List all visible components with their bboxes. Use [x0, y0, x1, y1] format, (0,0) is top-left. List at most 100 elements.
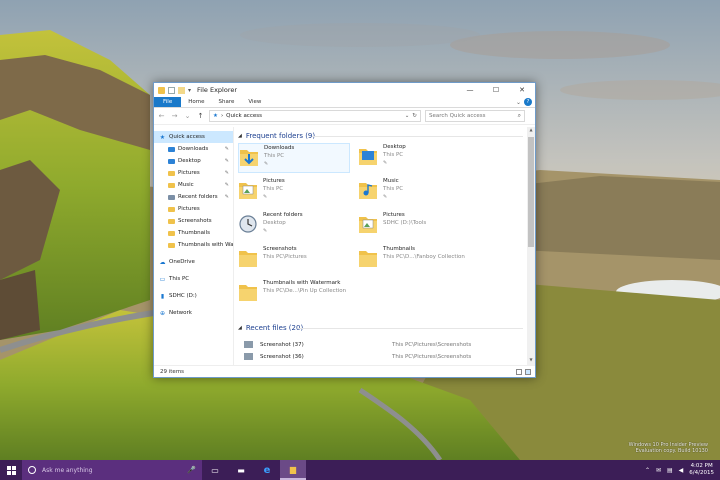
nav-item[interactable]: Thumbnails with Wat — [154, 239, 233, 251]
music-folder-icon — [358, 179, 378, 201]
large-icons-view-icon[interactable] — [525, 368, 531, 375]
window-title: File Explorer — [197, 86, 238, 94]
edge-browser-icon[interactable]: e — [254, 460, 280, 480]
network-tray-icon[interactable]: ▤ — [667, 467, 673, 474]
action-center-icon[interactable]: ✉ — [656, 467, 661, 474]
path-separator[interactable]: › — [221, 113, 223, 119]
microphone-icon[interactable]: 🎤 — [187, 466, 196, 474]
new-folder-icon[interactable] — [178, 86, 185, 94]
clock[interactable]: 4:02 PM 6/4/2015 — [689, 463, 714, 477]
scroll-up-icon[interactable]: ▲ — [527, 127, 535, 135]
folder-tile[interactable]: Music This PC ✎ — [358, 177, 470, 207]
collapse-icon[interactable]: ◢ — [238, 133, 242, 139]
folder-icon — [238, 281, 258, 303]
collapse-icon[interactable]: ◢ — [238, 325, 242, 331]
nav-item[interactable]: Downloads ✎ — [154, 143, 233, 155]
folder-tile[interactable]: Screenshots This PC\Pictures — [238, 245, 350, 275]
folder-tile[interactable]: Desktop This PC ✎ — [358, 143, 470, 173]
nav-item[interactable]: Thumbnails — [154, 227, 233, 239]
expand-ribbon-icon[interactable]: ⌄ — [516, 99, 521, 106]
maximize-button[interactable]: ☐ — [483, 83, 509, 97]
cortana-search-box[interactable]: Ask me anything 🎤 — [22, 460, 202, 480]
show-hidden-icons-icon[interactable]: ⌃ — [645, 467, 650, 474]
up-button[interactable]: ↑ — [196, 112, 205, 120]
address-bar[interactable]: ★ › Quick access ⌄ ↻ — [209, 110, 421, 122]
refresh-button[interactable]: ↻ — [412, 113, 417, 119]
scroll-down-icon[interactable]: ▼ — [527, 357, 535, 365]
recent-file-row[interactable]: Screenshot (36) This PC\Pictures\Screensh… — [244, 351, 525, 362]
forward-button[interactable]: → — [170, 112, 179, 120]
search-icon[interactable]: ⌕ — [518, 112, 521, 120]
properties-icon[interactable] — [168, 86, 175, 94]
search-input[interactable]: Search Quick access — [429, 113, 485, 119]
quick-access-star-icon: ★ — [213, 113, 218, 119]
nav-item-label: Screenshots — [178, 218, 212, 224]
nav-item[interactable]: ⊕ Network — [154, 307, 233, 319]
nav-item[interactable]: ★ Quick access — [154, 131, 233, 143]
ribbon-tab-view[interactable]: View — [241, 97, 268, 107]
explorer-icon — [158, 86, 165, 94]
folder-tile[interactable]: Recent folders Desktop ✎ — [238, 211, 350, 241]
title-bar[interactable]: ▾ File Explorer — ☐ ✕ — [154, 83, 535, 97]
recent-files-header[interactable]: ◢ Recent files (20) — [238, 323, 303, 333]
nav-item-label: Recent folders — [178, 194, 218, 200]
folder-tile[interactable]: Thumbnails This PC\D...\Fanboy Collection — [358, 245, 470, 275]
nav-item-label: Pictures — [178, 170, 200, 176]
nav-item[interactable]: Desktop ✎ — [154, 155, 233, 167]
back-button[interactable]: ← — [157, 112, 166, 120]
ribbon-tab-file[interactable]: File — [154, 97, 182, 107]
star-icon: ★ — [159, 133, 166, 141]
nav-item[interactable]: Screenshots — [154, 215, 233, 227]
qat-dropdown-icon[interactable]: ▾ — [188, 87, 191, 94]
recent-file-row[interactable]: Screenshot (37) This PC\Pictures\Screensh… — [244, 339, 525, 350]
vertical-scrollbar[interactable]: ▲ ▼ — [527, 127, 535, 365]
task-view-icon[interactable]: ▭ — [202, 460, 228, 480]
volume-icon[interactable]: ◀ — [679, 467, 684, 474]
watermark-line-2: Evaluation copy. Build 10130 — [635, 448, 708, 454]
folder-icon — [168, 242, 175, 248]
nav-item[interactable]: Pictures — [154, 203, 233, 215]
clock-date: 6/4/2015 — [689, 470, 714, 476]
minimize-button[interactable]: — — [457, 83, 483, 97]
ribbon: File Home Share View ⌄ ? — [154, 97, 535, 108]
folder-tile-text: Downloads This PC ✎ — [264, 144, 294, 168]
address-path[interactable]: Quick access — [226, 113, 262, 119]
start-button[interactable] — [0, 460, 22, 480]
nav-item[interactable]: ▭ This PC — [154, 273, 233, 285]
nav-item-label: Quick access — [169, 134, 205, 140]
file-explorer-taskbar-icon[interactable]: ▆ — [280, 460, 306, 480]
sd-card-icon: ▮ — [160, 292, 165, 300]
nav-item[interactable]: Pictures ✎ — [154, 167, 233, 179]
clock-time: 4:02 PM — [690, 463, 713, 469]
address-dropdown-icon[interactable]: ⌄ — [405, 113, 410, 119]
folder-name: Thumbnails with Watermark — [263, 280, 341, 286]
nav-item[interactable]: Music ✎ — [154, 179, 233, 191]
folder-name: Downloads — [264, 145, 295, 151]
file-name: Screenshot (37) — [260, 341, 304, 348]
folder-tile[interactable]: Downloads This PC ✎ — [238, 143, 350, 173]
explorer-body: ★ Quick access Downloads ✎ Desktop ✎ Pictures ✎… — [154, 127, 535, 365]
close-button[interactable]: ✕ — [509, 83, 535, 97]
nav-item[interactable]: Recent folders ✎ — [154, 191, 233, 203]
ribbon-tab-home[interactable]: Home — [181, 97, 211, 107]
file-thumbnail — [244, 341, 253, 348]
folder-tile[interactable]: Pictures SDHC (D:)\Tools — [358, 211, 470, 241]
item-count: 29 items — [160, 368, 185, 375]
folder-tile[interactable]: Pictures This PC ✎ — [238, 177, 350, 207]
nav-item[interactable]: ▮ SDHC (D:) — [154, 290, 233, 302]
ribbon-tab-share[interactable]: Share — [211, 97, 241, 107]
folder-tile[interactable]: Thumbnails with Watermark This PC\De...\P… — [238, 279, 350, 309]
details-view-icon[interactable] — [516, 368, 522, 375]
scrollbar-thumb[interactable] — [528, 137, 534, 247]
search-box[interactable]: Search Quick access ⌕ — [425, 110, 525, 122]
nav-item[interactable]: ☁ OneDrive — [154, 256, 233, 268]
help-icon[interactable]: ? — [524, 98, 532, 106]
nav-item-label: This PC — [169, 276, 190, 282]
cortana-search-input[interactable]: Ask me anything — [42, 467, 93, 474]
pictures-folder-icon — [358, 213, 378, 235]
store-icon[interactable]: ▬ — [228, 460, 254, 480]
onedrive-icon: ☁ — [159, 258, 166, 266]
folder-location: This PC\D...\Fanboy Collection — [383, 254, 465, 260]
frequent-folders-header[interactable]: ◢ Frequent folders (9) — [238, 131, 315, 141]
recent-locations-button[interactable]: ⌄ — [183, 112, 192, 120]
